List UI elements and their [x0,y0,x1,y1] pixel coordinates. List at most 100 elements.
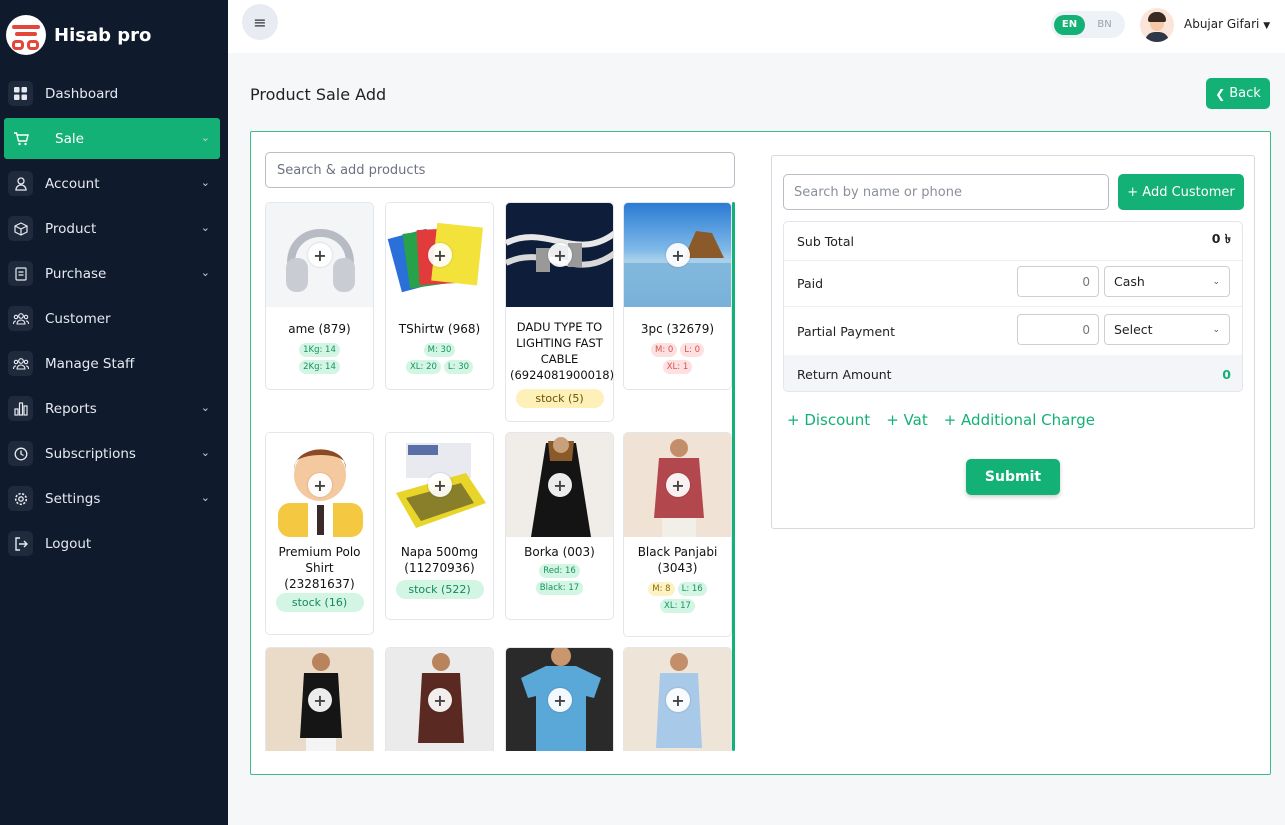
add-customer-button[interactable]: + Add Customer [1118,174,1244,210]
return-amount-row: Return Amount 0 [784,355,1242,391]
customer-search-input[interactable]: Search by name or phone [783,174,1109,210]
product-card[interactable]: + DADU TYPE TO LIGHTING FAST CABLE (6924… [505,202,614,422]
back-button[interactable]: ❮ Back [1206,78,1270,109]
variant-tag: M: 30 [423,343,456,357]
subtotal-row: Sub Total 0 ৳ [784,222,1242,261]
users-icon [8,351,33,376]
logout-icon [8,531,33,556]
avatar[interactable] [1140,8,1174,42]
product-card[interactable]: + Borka (003) Red: 16 Black: 17 [505,432,614,620]
sidebar-item-product[interactable]: Product ⌄ [4,208,220,249]
product-image: + [624,648,731,751]
user-name: Abujar Gifari [1184,17,1260,31]
add-to-cart-icon[interactable]: + [666,688,690,712]
variant-tag: 2Kg: 14 [299,360,340,374]
chevron-down-icon: ▼ [1263,21,1271,31]
partial-method-value: Select [1114,322,1153,337]
variant-tag: 1Kg: 14 [299,343,340,357]
chevron-down-icon: ⌄ [200,491,210,504]
add-to-cart-icon[interactable]: + [428,243,452,267]
language-toggle[interactable]: EN BN [1051,11,1125,38]
product-search-input[interactable]: Search & add products [265,152,735,188]
product-image: + [506,203,613,307]
back-label: Back [1229,86,1261,101]
add-to-cart-icon[interactable]: + [666,473,690,497]
sidebar-item-manage-staff[interactable]: Manage Staff [4,343,220,384]
menu-toggle-icon[interactable]: ≡ [242,4,278,40]
product-card[interactable]: + Napa 500mg (11270936) stock (522) [385,432,494,620]
paid-amount-input[interactable]: 0 [1017,266,1099,297]
product-name: Black Panjabi (3043) [637,545,718,575]
add-to-cart-icon[interactable]: + [308,243,332,267]
users-icon [8,306,33,331]
chevron-down-icon: ⌄ [1212,324,1220,335]
stock-badge: stock (5) [515,389,604,408]
variant-tag: Black: 17 [535,581,584,595]
sidebar-item-label: Dashboard [45,85,119,102]
partial-amount-input[interactable]: 0 [1017,314,1099,345]
add-discount-link[interactable]: + Discount [787,411,870,429]
product-grid[interactable]: + ame (879) 1Kg: 14 2Kg: 14 + TShirtw (9… [265,202,735,751]
product-image: + [624,203,731,307]
add-to-cart-icon[interactable]: + [666,243,690,267]
sidebar-item-dashboard[interactable]: Dashboard [4,73,220,114]
add-to-cart-icon[interactable]: + [428,473,452,497]
add-to-cart-icon[interactable]: + [428,688,452,712]
chevron-left-icon: ❮ [1215,86,1226,101]
paid-label: Paid [797,276,824,291]
sidebar-item-sale[interactable]: Sale ⌄ [4,118,220,159]
submit-button[interactable]: Submit [966,459,1060,495]
product-card[interactable]: + Premium Polo Shirt (23281637) stock (1… [265,432,374,635]
product-card[interactable]: + TShirtw (968) M: 30 XL: 20 L: 30 [385,202,494,390]
variant-tag: M: 8 [648,582,675,596]
subtotal-value: 0 ৳ [1211,231,1231,246]
product-card[interactable]: + [385,647,494,751]
product-image: + [624,433,731,537]
partial-method-select[interactable]: Select ⌄ [1104,314,1230,345]
return-amount-value: 0 [1222,366,1231,382]
partial-payment-label: Partial Payment [797,323,895,339]
sidebar-item-purchase[interactable]: Purchase ⌄ [4,253,220,294]
sidebar-item-logout[interactable]: Logout [4,523,220,564]
brand-name: Hisab pro [54,24,152,46]
sidebar-item-subscriptions[interactable]: Subscriptions ⌄ [4,433,220,474]
product-grid-scrollbar[interactable] [732,202,735,751]
user-menu[interactable]: Abujar Gifari ▼ [1184,17,1270,31]
add-to-cart-icon[interactable]: + [548,243,572,267]
lang-en-option[interactable]: EN [1054,14,1085,35]
sidebar: Hisab pro Dashboard Sale ⌄ Account ⌄ Pro… [0,0,228,825]
sidebar-item-settings[interactable]: Settings ⌄ [4,478,220,519]
product-card[interactable]: + [623,647,732,751]
clock-icon [8,441,33,466]
add-vat-link[interactable]: + Vat [886,411,928,429]
product-image: + [506,648,613,751]
brand-logo-icon [6,15,46,55]
topbar: ≡ EN BN Abujar Gifari ▼ [228,0,1285,53]
add-to-cart-icon[interactable]: + [308,473,332,497]
sidebar-item-label: Sale [55,130,84,147]
sidebar-item-reports[interactable]: Reports ⌄ [4,388,220,429]
product-card[interactable]: + [265,647,374,751]
lang-bn-option[interactable]: BN [1089,15,1120,35]
product-card[interactable]: + [505,647,614,751]
add-to-cart-icon[interactable]: + [308,688,332,712]
add-additional-charge-link[interactable]: + Additional Charge [944,411,1095,429]
add-to-cart-icon[interactable]: + [548,473,572,497]
brand[interactable]: Hisab pro [0,0,228,70]
product-card[interactable]: + ame (879) 1Kg: 14 2Kg: 14 [265,202,374,390]
order-summary: Sub Total 0 ৳ Paid Partial Payment Retur… [783,221,1243,392]
product-image: + [506,433,613,537]
product-name: TShirtw (968) [398,322,481,336]
sidebar-item-customer[interactable]: Customer [4,298,220,339]
extra-charges: + Discount + Vat + Additional Charge [787,411,1095,429]
page-title: Product Sale Add [250,85,387,104]
sidebar-item-label: Customer [45,310,111,327]
payment-method-select[interactable]: Cash ⌄ [1104,266,1230,297]
cart-icon [8,126,33,151]
add-to-cart-icon[interactable]: + [548,688,572,712]
product-card[interactable]: + 3pc (32679) M: 0 L: 0 XL: 1 [623,202,732,390]
chevron-down-icon: ⌄ [200,176,210,189]
variant-tag: XL: 20 [405,360,441,374]
product-card[interactable]: + Black Panjabi (3043) M: 8 L: 16 XL: 17 [623,432,732,637]
sidebar-item-account[interactable]: Account ⌄ [4,163,220,204]
